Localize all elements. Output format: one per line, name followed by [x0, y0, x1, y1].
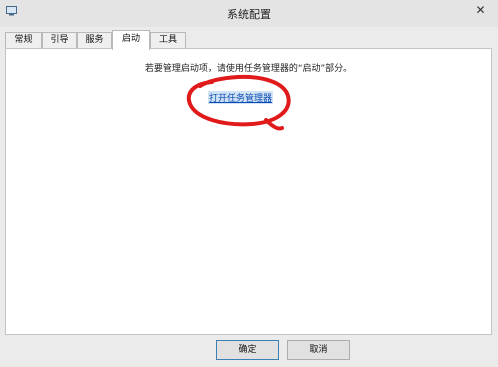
- window-title: 系统配置: [227, 8, 271, 21]
- system-config-window: 系统配置 ✕ 常规 引导 服务 启动 工具 若要管理启动项，请使用任务管理器的“…: [0, 0, 498, 367]
- tab-tools[interactable]: 工具: [150, 32, 186, 48]
- ok-button[interactable]: 确定: [216, 340, 279, 360]
- tab-boot[interactable]: 引导: [42, 32, 77, 48]
- close-button[interactable]: ✕: [467, 0, 494, 20]
- tab-services[interactable]: 服务: [77, 32, 112, 48]
- tab-startup[interactable]: 启动: [112, 30, 150, 50]
- title-bar[interactable]: 系统配置 ✕: [0, 0, 498, 27]
- cancel-button[interactable]: 取消: [287, 340, 350, 360]
- red-circle-annotation: [186, 74, 291, 131]
- tab-general[interactable]: 常规: [5, 32, 42, 48]
